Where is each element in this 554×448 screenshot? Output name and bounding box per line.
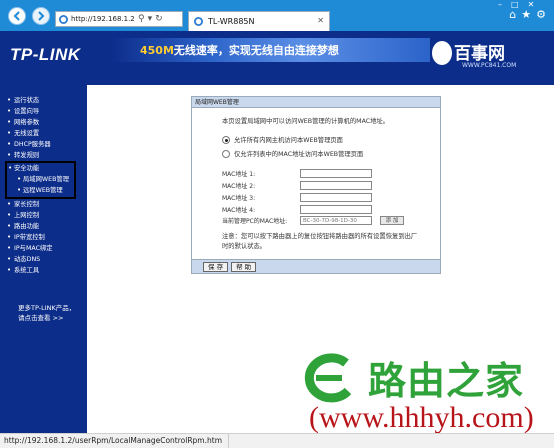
help-button[interactable]: 帮 助 (231, 262, 257, 272)
back-button[interactable] (8, 7, 26, 25)
mac-label-3: MAC地址 3: (222, 195, 256, 202)
current-mac-field: BC-30-7D-98-1D-30 (300, 216, 372, 225)
settings-gear-icon[interactable]: ⚙ (536, 9, 546, 20)
address-bar[interactable]: http://192.168.1.2/ ⚲ ▾ ↻ (55, 11, 183, 27)
mac-label-2: MAC地址 2: (222, 183, 256, 190)
radio-allow-list-row[interactable]: 仅允许列表中的MAC地址访问本WEB管理页面 (222, 149, 363, 158)
router-banner: TP-LINK 450M无线速率，实现无线自由连接梦想 百事网 WWW.PC84… (0, 31, 554, 76)
tp-link-logo: TP-LINK (10, 45, 81, 64)
banner-stripe (0, 76, 554, 85)
mac-row-4: MAC地址 4: (222, 205, 372, 214)
slogan-speed: 450M (140, 44, 174, 57)
mac-row-2: MAC地址 2: (222, 181, 372, 190)
panel-button-bar: 保 存 帮 助 (192, 259, 440, 273)
note-line1: 注意：您可以按下路由器上的复位按钮将路由器的所有设置恢复到出厂 (222, 233, 418, 240)
pc841-url: WWW.PC841.COM (462, 62, 517, 69)
sidebar: 运行状态 设置向导 网络参数 无线设置 DHCP服务器 转发规则 安全功能 局域… (0, 85, 87, 433)
sidebar-item-lan-web-manage[interactable]: 局域网WEB管理 (7, 174, 74, 185)
watermark-url: (www.hhhyh.com) (309, 401, 534, 434)
minimize-icon[interactable]: – (498, 0, 502, 9)
sidebar-item-access-control[interactable]: 上网控制 (0, 210, 87, 221)
mac-label-4: MAC地址 4: (222, 207, 256, 214)
mac-label-1: MAC地址 1: (222, 171, 256, 178)
radio-allow-all[interactable] (222, 135, 230, 144)
radio-allow-all-label: 允许所有内网主机访问本WEB管理页面 (234, 137, 343, 144)
security-group-highlight: 安全功能 局域网WEB管理 远程WEB管理 (5, 161, 76, 199)
home-icon[interactable]: ⌂ (509, 9, 516, 20)
sidebar-item-parental[interactable]: 家长控制 (0, 199, 87, 210)
slogan-text: 无线速率，实现无线自由连接梦想 (173, 44, 339, 57)
favorites-star-icon[interactable]: ★ (521, 9, 531, 20)
toolbar-icons: ⌂ ★ ⚙ (509, 9, 546, 20)
sidebar-item-dhcp[interactable]: DHCP服务器 (0, 139, 87, 150)
add-mac-button[interactable]: 添 加 (380, 216, 404, 225)
more-products-line1: 更多TP-LINK产品， (18, 304, 76, 312)
note-line2: 时的默认状态。 (222, 243, 267, 250)
mac-input-1[interactable] (300, 169, 372, 178)
sidebar-item-remote-web-manage[interactable]: 远程WEB管理 (7, 185, 74, 196)
more-products-line2: 请点击查看 >> (18, 314, 64, 322)
tab-favicon-icon (194, 17, 203, 26)
search-icon[interactable]: ⚲ (138, 14, 145, 24)
mac-input-3[interactable] (300, 193, 372, 202)
sidebar-item-wireless[interactable]: 无线设置 (0, 128, 87, 139)
sidebar-item-ip-mac-binding[interactable]: IP与MAC绑定 (0, 243, 87, 254)
back-arrow-icon (13, 11, 20, 21)
lan-web-manage-panel: 局域网WEB管理 本页设置局域网中可以访问WEB管理的计算机的MAC地址。 允许… (191, 96, 441, 274)
watermark-logo-icon (304, 353, 352, 403)
pc841-mark-icon (432, 41, 452, 65)
forward-button[interactable] (32, 7, 50, 25)
forward-arrow-icon (38, 11, 45, 21)
sidebar-item-routing[interactable]: 路由功能 (0, 221, 87, 232)
tab-tl-wr885n[interactable]: TL-WR885N ✕ (188, 11, 330, 31)
address-url[interactable]: http://192.168.1.2/ (71, 15, 135, 23)
panel-description: 本页设置局域网中可以访问WEB管理的计算机的MAC地址。 (222, 118, 390, 125)
panel-title: 局域网WEB管理 (192, 97, 440, 108)
more-products-link[interactable]: 更多TP-LINK产品， 请点击查看 >> (18, 303, 75, 323)
sidebar-item-status[interactable]: 运行状态 (0, 95, 87, 106)
pc841-name: 百事网 (454, 44, 505, 64)
browser-toolbar: http://192.168.1.2/ ⚲ ▾ ↻ TL-WR885N ✕ – … (0, 0, 554, 31)
sidebar-item-bandwidth[interactable]: IP带宽控制 (0, 232, 87, 243)
radio-allow-list-label: 仅允许列表中的MAC地址访问本WEB管理页面 (234, 151, 364, 158)
status-url: http://192.168.1.2/userRpm/LocalManageCo… (0, 434, 229, 448)
refresh-icon[interactable]: ↻ (155, 14, 163, 24)
sidebar-item-security[interactable]: 安全功能 (7, 163, 74, 174)
save-button[interactable]: 保 存 (203, 262, 229, 272)
watermark-brand: 路由之家 (368, 359, 525, 403)
panel-note: 注意：您可以按下路由器上的复位按钮将路由器的所有设置恢复到出厂 时的默认状态。 (222, 232, 432, 252)
sidebar-item-system-tools[interactable]: 系统工具 (0, 265, 87, 276)
mac-row-3: MAC地址 3: (222, 193, 372, 202)
slogan: 450M无线速率，实现无线自由连接梦想 (140, 42, 339, 58)
watermark: 路由之家 (www.hhhyh.com) (300, 345, 554, 440)
ie-icon (59, 14, 68, 24)
sidebar-item-wizard[interactable]: 设置向导 (0, 106, 87, 117)
mac-input-2[interactable] (300, 181, 372, 190)
dropdown-icon[interactable]: ▾ (148, 14, 153, 24)
tab-title: TL-WR885N (208, 17, 255, 26)
close-tab-icon[interactable]: ✕ (317, 16, 324, 25)
sidebar-item-forwarding[interactable]: 转发规则 (0, 150, 87, 161)
browser-status-bar: http://192.168.1.2/userRpm/LocalManageCo… (0, 433, 554, 448)
sidebar-item-network[interactable]: 网络参数 (0, 117, 87, 128)
radio-allow-list[interactable] (222, 149, 230, 158)
mac-row-1: MAC地址 1: (222, 169, 372, 178)
mac-input-4[interactable] (300, 205, 372, 214)
current-mac-label: 当前管理PC的MAC地址: (222, 218, 288, 225)
radio-allow-all-row[interactable]: 允许所有内网主机访问本WEB管理页面 (222, 135, 343, 144)
sidebar-item-ddns[interactable]: 动态DNS (0, 254, 87, 265)
current-mac-row: 当前管理PC的MAC地址: BC-30-7D-98-1D-30 添 加 (222, 216, 404, 225)
pc841-logo: 百事网 WWW.PC841.COM (432, 35, 552, 73)
